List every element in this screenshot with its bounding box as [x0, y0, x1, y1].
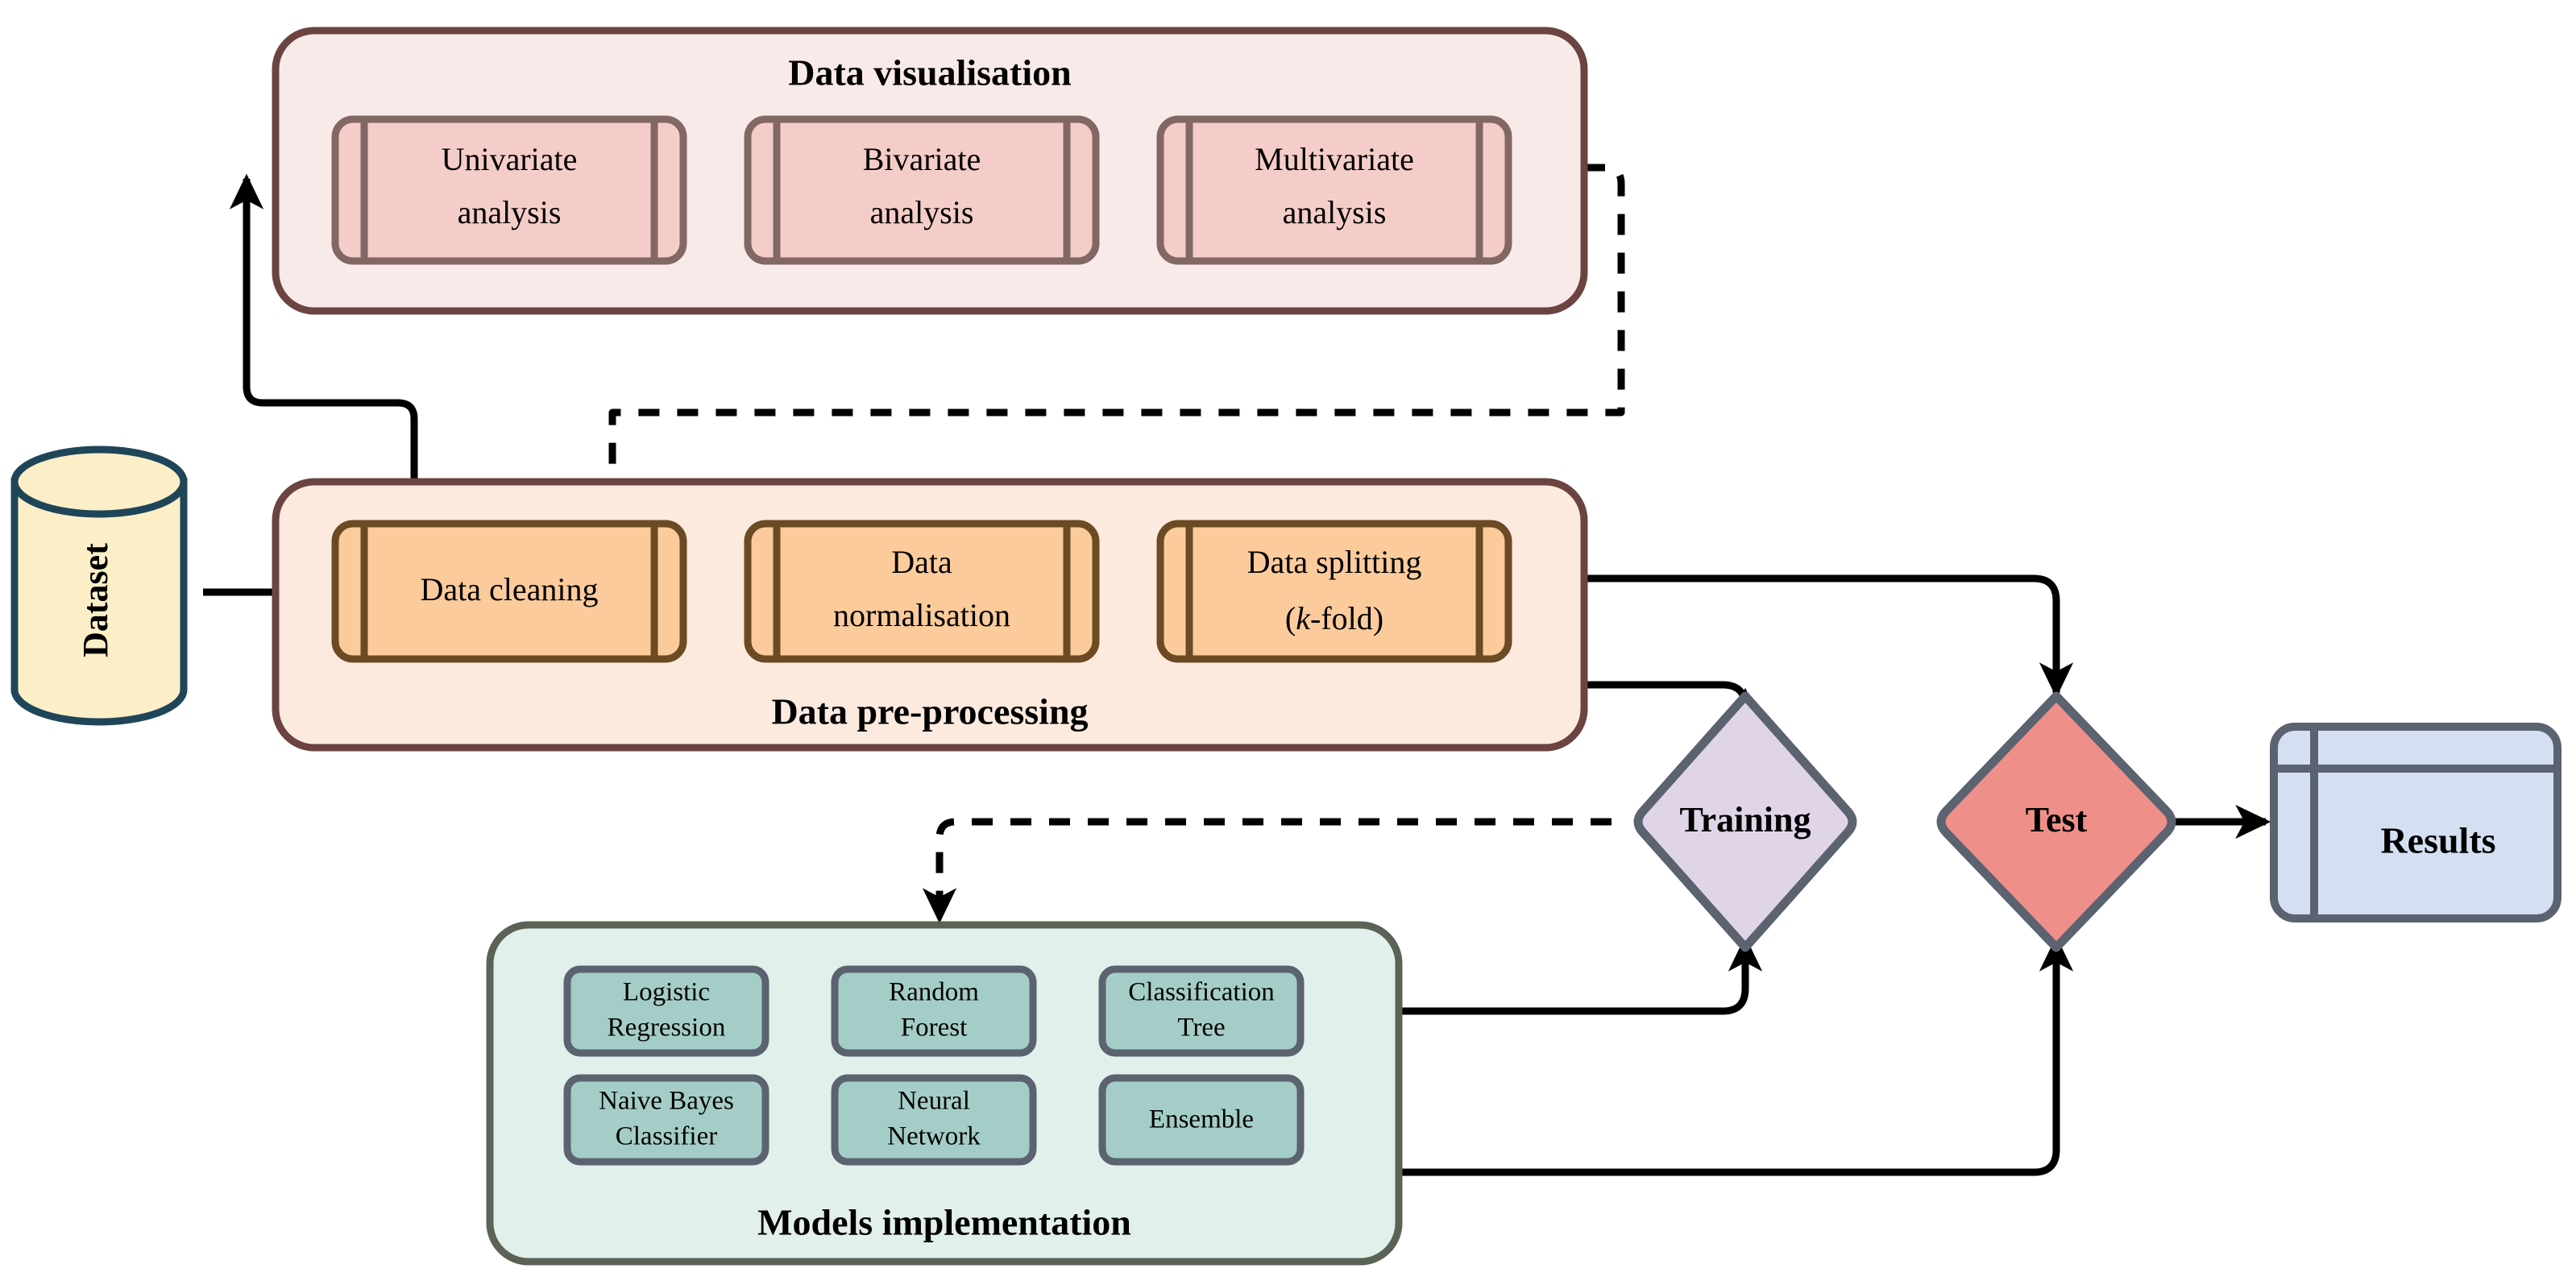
multivariate-analysis-node[interactable]: Multivariate analysis	[1156, 115, 1512, 265]
data-cleaning-node[interactable]: Data cleaning	[331, 520, 687, 663]
dataset-label: Dataset	[76, 543, 115, 657]
ensemble-node[interactable]: Ensemble	[1098, 1074, 1305, 1166]
data-splitting-label-line2: (k-fold)	[1285, 600, 1383, 636]
kfold-open-paren: (	[1285, 600, 1296, 636]
edge-training-to-models	[922, 818, 1612, 924]
models-implementation-title: Models implementation	[757, 1202, 1131, 1243]
data-splitting-label-line1: Data splitting	[1247, 544, 1422, 580]
random-forest-node[interactable]: Random Forest	[831, 965, 1037, 1057]
edge-splitting-to-test	[1507, 574, 2074, 699]
data-visualisation-title: Data visualisation	[788, 52, 1071, 93]
naive-bayes-classifier-node[interactable]: Naive Bayes Classifier	[563, 1074, 769, 1166]
classification-tree-node[interactable]: Classification Tree	[1098, 965, 1305, 1057]
univariate-analysis-node[interactable]: Univariate analysis	[331, 115, 687, 265]
flowchart-diagram: Dataset Data visualisation Univariate an…	[0, 0, 2576, 1281]
naive-bayes-classifier-label-line2: Classifier	[616, 1122, 717, 1151]
test-label: Test	[2026, 800, 2088, 839]
logistic-regression-node[interactable]: Logistic Regression	[563, 965, 769, 1057]
random-forest-label-line2: Forest	[901, 1014, 968, 1043]
ensemble-label: Ensemble	[1149, 1105, 1254, 1134]
models-implementation-group[interactable]: Models implementation Logistic Regressio…	[486, 921, 1403, 1266]
dataset-cylinder-top	[10, 446, 188, 518]
results-node[interactable]: Results	[2270, 723, 2561, 922]
logistic-regression-label-line1: Logistic	[623, 978, 710, 1007]
logistic-regression-label-line2: Regression	[608, 1014, 726, 1043]
edge-models-to-training	[1398, 935, 1763, 1015]
bivariate-analysis-node[interactable]: Bivariate analysis	[744, 115, 1100, 265]
test-node[interactable]: Test	[1936, 691, 2176, 952]
data-splitting-node[interactable]: Data splitting (k-fold)	[1156, 520, 1512, 663]
multivariate-analysis-label-line2: analysis	[1283, 194, 1387, 230]
univariate-analysis-label-line2: analysis	[458, 194, 562, 230]
univariate-analysis-label-line1: Univariate	[442, 141, 578, 177]
data-preprocessing-group[interactable]: Data pre-processing Data cleaning Data n…	[272, 478, 1588, 752]
data-normalisation-node[interactable]: Data normalisation	[744, 520, 1100, 663]
flowchart-canvas: Dataset Data visualisation Univariate an…	[10, 27, 2561, 1266]
results-label: Results	[2380, 820, 2495, 861]
training-label: Training	[1679, 800, 1811, 839]
neural-network-node[interactable]: Neural Network	[831, 1074, 1037, 1166]
kfold-rest: -fold)	[1310, 600, 1383, 636]
multivariate-analysis-label-line1: Multivariate	[1255, 141, 1414, 177]
training-node[interactable]: Training	[1633, 691, 1857, 952]
kfold-k-italic: k	[1296, 600, 1311, 636]
classification-tree-label-line2: Tree	[1177, 1014, 1225, 1043]
data-normalisation-label-line2: normalisation	[833, 597, 1010, 633]
classification-tree-label-line1: Classification	[1128, 978, 1274, 1007]
data-visualisation-group[interactable]: Data visualisation Univariate analysis B…	[272, 27, 1588, 315]
data-cleaning-label: Data cleaning	[421, 571, 599, 607]
bivariate-analysis-label-line2: analysis	[870, 194, 974, 230]
data-preprocessing-title: Data pre-processing	[771, 691, 1088, 732]
neural-network-label-line1: Neural	[898, 1087, 970, 1116]
random-forest-label-line1: Random	[889, 978, 979, 1007]
neural-network-label-line2: Network	[887, 1122, 981, 1151]
bivariate-analysis-label-line1: Bivariate	[863, 141, 981, 177]
naive-bayes-classifier-label-line1: Naive Bayes	[599, 1087, 734, 1116]
edge-models-to-test	[1398, 935, 2074, 1176]
dataset-node[interactable]: Dataset	[10, 446, 188, 726]
data-normalisation-label-line1: Data	[891, 544, 952, 580]
